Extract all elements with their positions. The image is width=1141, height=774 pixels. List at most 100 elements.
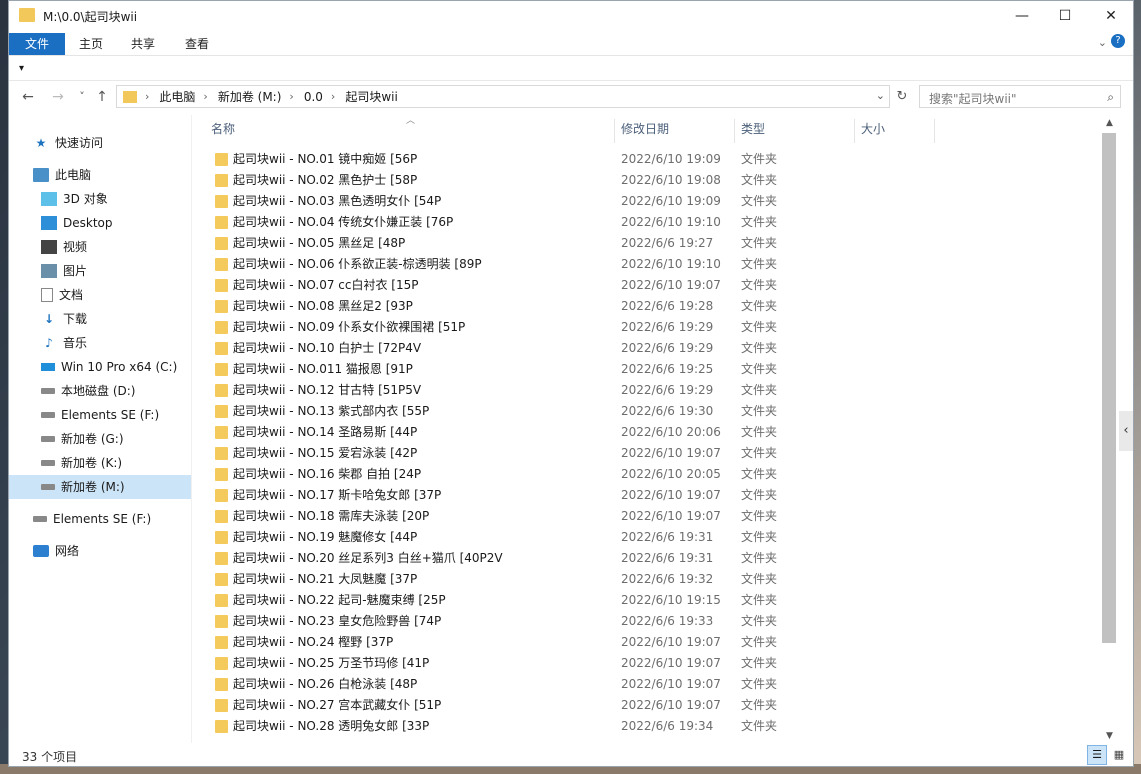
file-row[interactable]: 起司块wii - NO.20 丝足系列3 白丝+猫爪 [40P2V 2022/6/… bbox=[193, 548, 793, 569]
tab-share[interactable]: 共享 bbox=[123, 33, 163, 55]
file-name: 起司块wii - NO.07 cc白衬衣 [15P bbox=[233, 278, 419, 292]
file-row[interactable]: 起司块wii - NO.09 仆系女仆欲裸围裙 [51P 2022/6/6 19:… bbox=[193, 317, 793, 338]
sidebar-item-elements-se[interactable]: Elements SE (F:) bbox=[9, 507, 191, 531]
file-date: 2022/6/6 19:30 bbox=[621, 404, 714, 418]
scroll-up-button[interactable]: ▲ bbox=[1101, 115, 1118, 132]
sidebar-item-network[interactable]: 网络 bbox=[9, 539, 191, 563]
column-header-size[interactable]: 大小 bbox=[861, 115, 885, 143]
file-row[interactable]: 起司块wii - NO.07 cc白衬衣 [15P 2022/6/10 19:07… bbox=[193, 275, 793, 296]
breadcrumb-separator[interactable]: › bbox=[331, 90, 335, 103]
quick-access-toolbar: ▾ bbox=[9, 57, 1133, 81]
file-row[interactable]: 起司块wii - NO.12 甘古特 [51P5V 2022/6/6 19:29 文… bbox=[193, 380, 793, 401]
up-button[interactable]: ↑ bbox=[93, 88, 111, 106]
file-row[interactable]: 起司块wii - NO.08 黑丝足2 [93P 2022/6/6 19:28 文件… bbox=[193, 296, 793, 317]
address-bar[interactable]: › 此电脑 › 新加卷 (M:) › 0.0 › 起司块wii ⌄ bbox=[116, 85, 890, 108]
file-name: 起司块wii - NO.18 需库夫泳装 [20P bbox=[233, 509, 430, 523]
file-row[interactable]: 起司块wii - NO.17 斯卡哈兔女郎 [37P 2022/6/10 19:0… bbox=[193, 485, 793, 506]
column-header-name[interactable]: 名称 bbox=[211, 115, 235, 143]
sidebar-item-drive-m[interactable]: 新加卷 (M:) bbox=[9, 475, 191, 499]
file-row[interactable]: 起司块wii - NO.03 黑色透明女仆 [54P 2022/6/10 19:0… bbox=[193, 191, 793, 212]
sidebar-item-videos[interactable]: 视频 bbox=[9, 235, 191, 259]
chevron-down-icon[interactable]: ⌄ bbox=[876, 89, 885, 102]
back-button[interactable]: ← bbox=[19, 88, 37, 106]
sidebar-item-this-pc[interactable]: 此电脑 bbox=[9, 163, 191, 187]
breadcrumb-folder-00[interactable]: 0.0 bbox=[304, 90, 323, 104]
column-divider[interactable] bbox=[614, 119, 615, 143]
file-list: ︿ 名称 修改日期 类型 大小 起司块wii - NO.01 镜中痴姬 [56P… bbox=[193, 115, 1101, 745]
breadcrumb-separator[interactable]: › bbox=[203, 90, 207, 103]
file-date: 2022/6/6 19:31 bbox=[621, 530, 714, 544]
sidebar-item-downloads[interactable]: ↓ 下载 bbox=[9, 307, 191, 331]
sidebar-item-drive-f[interactable]: Elements SE (F:) bbox=[9, 403, 191, 427]
breadcrumb-drive-m[interactable]: 新加卷 (M:) bbox=[218, 88, 282, 105]
column-divider[interactable] bbox=[854, 119, 855, 143]
file-row[interactable]: 起司块wii - NO.16 柴郡 自拍 [24P 2022/6/10 20:05… bbox=[193, 464, 793, 485]
maximize-button[interactable]: ☐ bbox=[1042, 1, 1088, 31]
sidebar-item-drive-k[interactable]: 新加卷 (K:) bbox=[9, 451, 191, 475]
details-view-icon[interactable]: ☰ bbox=[1087, 745, 1107, 765]
column-divider[interactable] bbox=[734, 119, 735, 143]
refresh-button[interactable]: ↻ bbox=[893, 85, 911, 108]
file-row[interactable]: 起司块wii - NO.05 黑丝足 [48P 2022/6/6 19:27 文件夹 bbox=[193, 233, 793, 254]
file-row[interactable]: 起司块wii - NO.02 黑色护士 [58P 2022/6/10 19:08 文… bbox=[193, 170, 793, 191]
breadcrumb-current-folder[interactable]: 起司块wii bbox=[345, 88, 397, 105]
file-row[interactable]: 起司块wii - NO.10 白护士 [72P4V 2022/6/6 19:29 文… bbox=[193, 338, 793, 359]
file-row[interactable]: 起司块wii - NO.06 仆系欲正装-棕透明装 [89P 2022/6/10 … bbox=[193, 254, 793, 275]
file-row[interactable]: 起司块wii - NO.13 紫式部内衣 [55P 2022/6/6 19:30 文… bbox=[193, 401, 793, 422]
file-row[interactable]: 起司块wii - NO.04 传统女仆嫌正装 [76P 2022/6/10 19:… bbox=[193, 212, 793, 233]
file-date: 2022/6/10 19:07 bbox=[621, 698, 721, 712]
close-button[interactable]: ✕ bbox=[1088, 1, 1134, 31]
sidebar-item-quick-access[interactable]: ★ 快速访问 bbox=[9, 131, 191, 155]
customize-toolbar-icon[interactable]: ▾ bbox=[19, 63, 24, 74]
file-row[interactable]: 起司块wii - NO.26 白枪泳装 [48P 2022/6/10 19:07 文… bbox=[193, 674, 793, 695]
forward-button[interactable]: → bbox=[49, 88, 67, 106]
column-header-date[interactable]: 修改日期 bbox=[621, 115, 669, 143]
file-row[interactable]: 起司块wii - NO.25 万圣节玛修 [41P 2022/6/10 19:07… bbox=[193, 653, 793, 674]
tab-file[interactable]: 文件 bbox=[9, 33, 65, 55]
file-row[interactable]: 起司块wii - NO.011 猫报恩 [91P 2022/6/6 19:25 文件… bbox=[193, 359, 793, 380]
breadcrumb-separator[interactable]: › bbox=[289, 90, 293, 103]
file-date: 2022/6/6 19:33 bbox=[621, 614, 714, 628]
column-header-type[interactable]: 类型 bbox=[741, 115, 765, 143]
sidebar-item-3d-objects[interactable]: 3D 对象 bbox=[9, 187, 191, 211]
file-type: 文件夹 bbox=[741, 677, 778, 691]
vertical-scrollbar[interactable]: ▲ ▼ bbox=[1101, 115, 1118, 745]
sidebar-item-drive-g[interactable]: 新加卷 (G:) bbox=[9, 427, 191, 451]
sidebar-item-pictures[interactable]: 图片 bbox=[9, 259, 191, 283]
folder-icon bbox=[215, 384, 228, 397]
tab-view[interactable]: 查看 bbox=[177, 33, 217, 55]
sidebar-item-music[interactable]: ♪ 音乐 bbox=[9, 331, 191, 355]
scrollbar-thumb[interactable] bbox=[1102, 133, 1116, 643]
sidebar-item-drive-c[interactable]: Win 10 Pro x64 (C:) bbox=[9, 355, 191, 379]
breadcrumb-this-pc[interactable]: 此电脑 bbox=[159, 88, 195, 105]
file-row[interactable]: 起司块wii - NO.21 大凤魅魔 [37P 2022/6/6 19:32 文件… bbox=[193, 569, 793, 590]
sidebar-item-desktop[interactable]: Desktop bbox=[9, 211, 191, 235]
search-input[interactable]: 搜索"起司块wii" ⌕ bbox=[919, 85, 1121, 108]
file-row[interactable]: 起司块wii - NO.19 魅魔修女 [44P 2022/6/6 19:31 文件… bbox=[193, 527, 793, 548]
folder-icon bbox=[215, 552, 228, 565]
column-divider[interactable] bbox=[934, 119, 935, 143]
file-row[interactable]: 起司块wii - NO.23 皇女危险野兽 [74P 2022/6/6 19:33… bbox=[193, 611, 793, 632]
file-row[interactable]: 起司块wii - NO.01 镜中痴姬 [56P 2022/6/10 19:09 文… bbox=[193, 149, 793, 170]
tiles-view-icon[interactable]: ▦ bbox=[1109, 745, 1129, 765]
search-icon[interactable]: ⌕ bbox=[1107, 90, 1114, 105]
chevron-down-icon[interactable]: ⌄ bbox=[1098, 36, 1107, 49]
file-date: 2022/6/6 19:29 bbox=[621, 383, 714, 397]
preview-pane-toggle[interactable]: ‹ bbox=[1119, 411, 1133, 451]
folder-icon bbox=[215, 468, 228, 481]
sidebar-item-documents[interactable]: 文档 bbox=[9, 283, 191, 307]
recent-locations-button[interactable]: ˅ bbox=[73, 88, 91, 106]
file-row[interactable]: 起司块wii - NO.27 宫本武藏女仆 [51P 2022/6/10 19:0… bbox=[193, 695, 793, 716]
help-icon[interactable]: ? bbox=[1111, 34, 1125, 48]
file-row[interactable]: 起司块wii - NO.24 樫野 [37P 2022/6/10 19:07 文件夹 bbox=[193, 632, 793, 653]
file-row[interactable]: 起司块wii - NO.15 爱宕泳装 [42P 2022/6/10 19:07 文… bbox=[193, 443, 793, 464]
file-row[interactable]: 起司块wii - NO.28 透明兔女郎 [33P 2022/6/6 19:34 文… bbox=[193, 716, 793, 737]
tab-home[interactable]: 主页 bbox=[71, 33, 111, 55]
ribbon-tabs: 文件 主页 共享 查看 ⌄ ? bbox=[9, 31, 1133, 56]
file-row[interactable]: 起司块wii - NO.18 需库夫泳装 [20P 2022/6/10 19:07… bbox=[193, 506, 793, 527]
file-row[interactable]: 起司块wii - NO.14 圣路易斯 [44P 2022/6/10 20:06 文… bbox=[193, 422, 793, 443]
minimize-button[interactable]: — bbox=[999, 1, 1045, 31]
file-row[interactable]: 起司块wii - NO.22 起司-魅魔束缚 [25P 2022/6/10 19:… bbox=[193, 590, 793, 611]
sidebar-item-drive-d[interactable]: 本地磁盘 (D:) bbox=[9, 379, 191, 403]
file-type: 文件夹 bbox=[741, 719, 778, 733]
